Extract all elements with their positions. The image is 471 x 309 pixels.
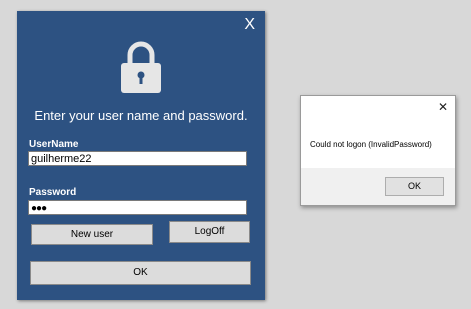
login-window: X Enter your user name and password. Use… bbox=[17, 11, 265, 300]
ok-button[interactable]: OK bbox=[30, 261, 251, 285]
username-label: UserName bbox=[29, 139, 79, 150]
lock-icon bbox=[121, 41, 161, 93]
logoff-button[interactable]: LogOff bbox=[169, 221, 250, 243]
password-field[interactable]: ●●● bbox=[28, 200, 247, 215]
username-field[interactable]: guilherme22 bbox=[28, 151, 247, 166]
close-icon[interactable]: X bbox=[244, 17, 255, 33]
new-user-button[interactable]: New user bbox=[31, 224, 153, 245]
close-icon[interactable]: ✕ bbox=[438, 100, 448, 114]
dialog-ok-button[interactable]: OK bbox=[385, 177, 444, 196]
dialog-footer: OK bbox=[301, 168, 455, 205]
password-label: Password bbox=[29, 187, 77, 198]
error-dialog: ✕ Could not logon (InvalidPassword) OK bbox=[300, 95, 456, 206]
login-prompt: Enter your user name and password. bbox=[34, 108, 248, 123]
error-message: Could not logon (InvalidPassword) bbox=[310, 140, 432, 149]
